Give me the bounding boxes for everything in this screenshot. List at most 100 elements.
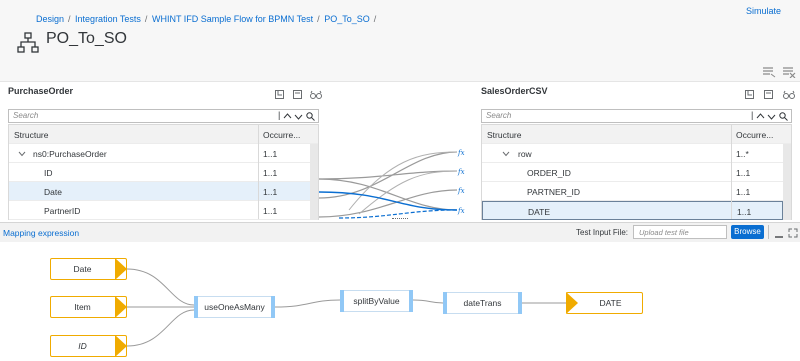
mapping-connections: fx fx fx fx [319,149,465,219]
collapse-all-icon[interactable] [764,90,774,100]
source-search-input[interactable]: Search | [8,109,319,123]
chevron-up-icon[interactable] [283,112,292,121]
hierarchy-icon [17,32,39,53]
expand-all-icon[interactable] [745,90,755,100]
target-structure-table: Structure Occurre... row 1..* ORDER_ID 1… [481,124,792,220]
connection-line-selected [338,209,458,219]
tree-row-order-id[interactable]: ORDER_ID 1..1 [482,163,783,182]
tree-row-label: ID [44,168,53,178]
node-connector[interactable] [115,258,127,280]
function-icon: fx [457,187,465,195]
node-label: ID [78,341,87,351]
source-panel-title: PurchaseOrder [8,86,74,96]
column-occurrence[interactable]: Occurre... [263,130,300,140]
target-search-placeholder: Search [486,111,512,120]
tree-row-label: DATE [528,207,551,217]
source-node-id[interactable]: ID [50,335,127,357]
chevron-down-icon[interactable] [294,112,303,121]
edge [126,309,195,347]
search-icon[interactable] [779,112,788,121]
search-icon[interactable] [306,112,315,121]
tree-row-partner-id[interactable]: PARTNER_ID 1..1 [482,182,783,201]
tree-row-occurrence: 1..1 [736,168,751,178]
breadcrumb-separator: / [373,14,377,24]
node-input-port[interactable] [340,290,344,312]
node-label: dateTrans [463,298,502,308]
tree-row-occurrence: 1..1 [263,206,278,216]
simulate-link[interactable]: Simulate [746,6,781,16]
glasses-icon[interactable] [310,90,322,100]
tree-row-label: row [518,149,532,159]
browse-button[interactable]: Browse [731,225,764,239]
breadcrumb-flow[interactable]: WHINT IFD Sample Flow for BPMN Test [152,14,313,24]
source-structure-table: Structure Occurre... ns0:PurchaseOrder 1… [8,124,319,220]
upload-placeholder: Upload test file [639,228,689,237]
fullscreen-icon[interactable] [788,228,798,238]
column-occurrence[interactable]: Occurre... [736,130,773,140]
node-input-port[interactable] [443,292,447,314]
node-connector[interactable] [115,296,127,318]
glasses-icon[interactable] [783,90,795,100]
page-title: PO_To_SO [46,30,127,47]
tree-row-row[interactable]: row 1..* [482,144,783,163]
tree-row-purchaseorder[interactable]: ns0:PurchaseOrder 1..1 [9,144,310,163]
scrollbar[interactable] [310,144,318,220]
node-output-port[interactable] [518,292,522,314]
breadcrumb-separator: / [317,14,320,24]
chevron-down-icon[interactable] [18,150,26,158]
tree-row-occurrence: 1..1 [263,149,278,159]
function-node-datetrans[interactable]: dateTrans [443,292,522,314]
breadcrumb: Design / Integration Tests / WHINT IFD Sam… [36,14,378,24]
tree-row-label: PARTNER_ID [527,187,581,197]
breadcrumb-separator: / [68,14,71,24]
search-cursor-divider: | [278,110,281,120]
tree-row-id[interactable]: ID 1..1 [9,163,310,182]
chevron-down-icon[interactable] [502,150,510,158]
breadcrumb-integration-tests[interactable]: Integration Tests [75,14,141,24]
connection-line [358,170,458,215]
mapping-options-icon[interactable] [762,66,776,78]
divider [768,225,769,239]
function-icon: fx [457,168,465,176]
function-node-useoneasmany[interactable]: useOneAsMany [194,296,275,318]
function-icon: fx [457,207,465,215]
node-label: splitByValue [353,296,400,306]
collapse-all-icon[interactable] [293,90,303,100]
chevron-up-icon[interactable] [756,112,765,121]
upload-test-file-input[interactable]: Upload test file [633,225,727,239]
minimize-icon[interactable] [774,228,784,238]
breadcrumb-separator: / [144,14,148,24]
target-node-date[interactable]: DATE [566,292,643,314]
chevron-down-icon[interactable] [767,112,776,121]
tree-row-occurrence: 1..* [736,149,749,159]
column-structure[interactable]: Structure [14,130,49,140]
search-cursor-divider: | [751,110,754,120]
target-search-input[interactable]: Search | [481,109,792,123]
breadcrumb-design[interactable]: Design [36,14,64,24]
node-label: useOneAsMany [204,302,265,312]
source-node-item[interactable]: Item [50,296,127,318]
scrollbar[interactable] [783,144,791,220]
tree-row-date[interactable]: DATE 1..1 [482,201,783,220]
node-input-port[interactable] [194,296,198,318]
target-table-header: Structure Occurre... [482,125,791,144]
tree-row-partnerid[interactable]: PartnerID 1..1 [9,201,310,220]
node-output-port[interactable] [409,290,413,312]
node-connector[interactable] [115,335,127,357]
node-output-port[interactable] [271,296,275,318]
function-node-splitbyvalue[interactable]: splitByValue [340,290,413,312]
source-node-date[interactable]: Date [50,258,127,280]
column-divider [258,125,259,219]
tree-row-occurrence: 1..1 [263,187,278,197]
breadcrumb-mapping[interactable]: PO_To_SO [324,14,370,24]
edge [126,268,195,306]
resize-handle[interactable] [392,218,408,221]
tree-row-date[interactable]: Date 1..1 [9,182,310,201]
column-structure[interactable]: Structure [487,130,522,140]
expand-all-icon[interactable] [275,90,285,100]
tree-row-label: ORDER_ID [527,168,571,178]
source-table-header: Structure Occurre... [9,125,318,144]
tree-row-label: PartnerID [44,206,81,216]
clear-mappings-icon[interactable] [782,66,796,78]
node-connector[interactable] [566,292,578,314]
